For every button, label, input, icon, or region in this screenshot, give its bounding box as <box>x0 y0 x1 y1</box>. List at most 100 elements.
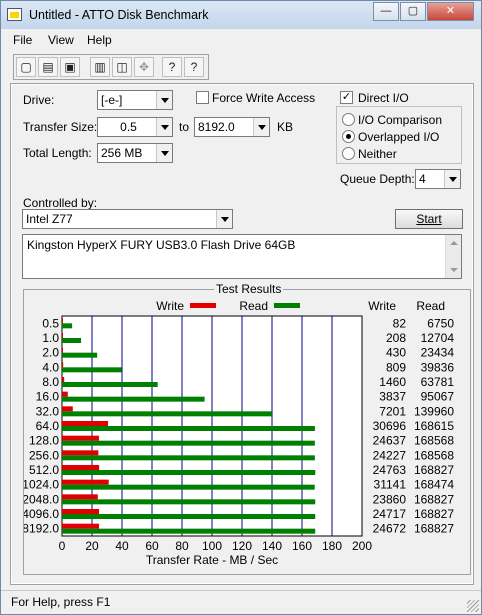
read-value: 63781 <box>421 375 455 389</box>
read-value: 12704 <box>421 331 455 345</box>
write-bar <box>62 494 98 500</box>
description-scrollbar[interactable] <box>445 235 461 278</box>
chevron-down-icon[interactable] <box>444 170 460 188</box>
neither-radio[interactable] <box>342 147 355 160</box>
read-bar <box>62 367 122 373</box>
write-bar <box>62 509 100 514</box>
overlapped-io-radio[interactable] <box>342 130 355 143</box>
category-label: 1.0 <box>42 331 59 345</box>
queue-depth-label: Queue Depth: <box>340 172 415 186</box>
total-length-select[interactable]: 256 MB <box>97 143 173 163</box>
write-bar <box>62 347 63 353</box>
queue-depth-select[interactable]: 4 <box>415 169 461 189</box>
read-value: 168827 <box>414 507 454 521</box>
write-value: 24227 <box>373 448 407 462</box>
legend-read-label: Read <box>239 299 268 313</box>
read-bar <box>62 352 98 358</box>
read-value: 95067 <box>421 390 455 404</box>
drive-label: Drive: <box>23 93 55 107</box>
read-bar <box>62 411 272 417</box>
write-bar <box>62 318 63 324</box>
chevron-down-icon[interactable] <box>216 210 232 228</box>
read-value: 168827 <box>414 492 454 506</box>
category-label: 256.0 <box>29 448 59 462</box>
save-icon[interactable]: ▣ <box>60 57 80 77</box>
write-value: 430 <box>386 346 406 360</box>
description-field[interactable]: Kingston HyperX FURY USB3.0 Flash Drive … <box>22 234 462 279</box>
start-button[interactable]: Start <box>395 209 463 229</box>
read-bar <box>62 426 315 431</box>
status-text: For Help, press F1 <box>11 595 111 609</box>
chevron-down-icon[interactable] <box>156 144 172 162</box>
legend-write-swatch <box>190 303 216 308</box>
direct-io-label: Direct I/O <box>358 91 409 105</box>
minimize-button[interactable]: — <box>373 2 399 21</box>
menu-view[interactable]: View <box>48 33 74 47</box>
force-write-checkbox[interactable] <box>196 91 209 104</box>
write-column-header: Write <box>368 299 396 313</box>
write-value: 24672 <box>373 522 407 536</box>
menu-file[interactable]: File <box>13 33 32 47</box>
maximize-button[interactable]: ▢ <box>400 2 426 21</box>
x-tick-label: 20 <box>85 539 99 553</box>
transfer-to-select[interactable]: 8192.0 <box>194 117 270 137</box>
read-bar <box>62 528 316 534</box>
close-button[interactable]: ✕ <box>427 2 474 21</box>
read-bar <box>62 396 205 402</box>
category-label: 8.0 <box>42 375 59 389</box>
read-bar <box>62 455 315 461</box>
write-value: 24763 <box>373 463 407 477</box>
transfer-from-select[interactable]: 0.5 <box>97 117 173 137</box>
x-tick-label: 60 <box>145 539 159 553</box>
x-tick-label: 120 <box>232 539 252 553</box>
chevron-down-icon[interactable] <box>156 91 172 109</box>
io-comparison-radio[interactable] <box>342 113 355 126</box>
x-tick-label: 100 <box>202 539 222 553</box>
read-bar <box>62 323 73 329</box>
start-button-label: Start <box>416 212 442 226</box>
app-icon <box>7 8 22 21</box>
read-bar <box>62 440 315 446</box>
new-document-icon[interactable]: ▢ <box>16 57 36 77</box>
chevron-down-icon[interactable] <box>253 118 269 136</box>
context-help-icon[interactable]: ? <box>184 57 204 77</box>
category-label: 2048.0 <box>24 492 59 506</box>
write-value: 208 <box>386 331 406 345</box>
x-tick-label: 180 <box>322 539 342 553</box>
resize-grip-icon[interactable] <box>467 600 479 612</box>
move-icon[interactable]: ✥ <box>134 57 154 77</box>
open-folder-icon[interactable]: ▤ <box>38 57 58 77</box>
app-window: Untitled - ATTO Disk Benchmark — ▢ ✕ Fil… <box>0 0 482 615</box>
direct-io-checkbox[interactable]: ✓ <box>340 91 353 104</box>
print-preview-icon[interactable]: ◫ <box>112 57 132 77</box>
write-bar <box>62 391 68 397</box>
category-label: 8192.0 <box>24 522 59 536</box>
category-label: 512.0 <box>29 463 59 477</box>
window-title: Untitled - ATTO Disk Benchmark <box>29 8 209 22</box>
help-icon[interactable]: ? <box>162 57 182 77</box>
print-icon[interactable]: ▥ <box>90 57 110 77</box>
read-bar <box>62 470 316 475</box>
scroll-up-icon[interactable] <box>450 241 458 245</box>
controlled-by-select[interactable]: Intel Z77 <box>22 209 233 229</box>
category-label: 128.0 <box>29 434 59 448</box>
read-bar <box>62 484 315 490</box>
read-bar <box>62 382 158 387</box>
overlapped-io-label: Overlapped I/O <box>358 130 440 144</box>
read-value: 168474 <box>414 478 454 492</box>
title-bar[interactable]: Untitled - ATTO Disk Benchmark — ▢ ✕ <box>1 1 481 29</box>
to-label: to <box>179 120 190 134</box>
chevron-down-icon[interactable] <box>156 118 172 136</box>
force-write-label: Force Write Access <box>212 91 316 105</box>
menu-help[interactable]: Help <box>87 33 112 47</box>
write-value: 31141 <box>374 478 407 492</box>
read-value: 168568 <box>414 434 454 448</box>
read-value: 39836 <box>421 360 455 374</box>
description-text: Kingston HyperX FURY USB3.0 Flash Drive … <box>27 238 296 252</box>
drive-select[interactable]: [-e-] <box>97 90 173 110</box>
legend-write-label: Write <box>156 299 184 313</box>
read-column-header: Read <box>416 299 445 313</box>
toolbar: ▢ ▤ ▣ ▥ ◫ ✥ ? ? <box>13 54 209 80</box>
category-label: 2.0 <box>42 346 59 360</box>
scroll-down-icon[interactable] <box>450 268 458 272</box>
